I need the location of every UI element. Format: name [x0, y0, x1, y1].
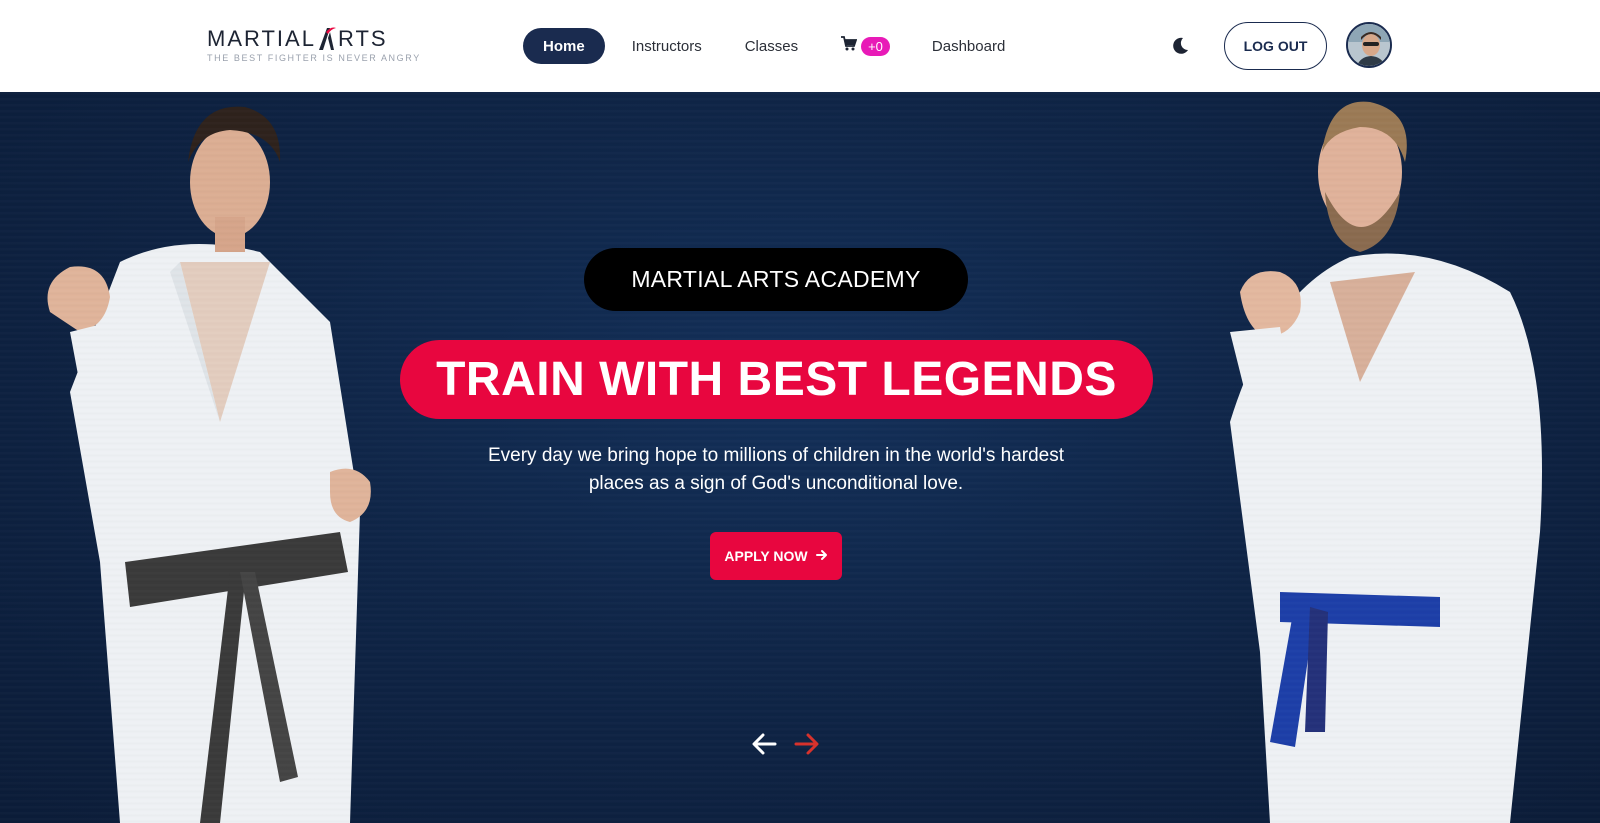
nav-dashboard-link[interactable]: Dashboard	[932, 38, 1005, 55]
slider-prev-arrow-left-icon[interactable]	[751, 732, 777, 756]
academy-label: MARTIAL ARTS ACADEMY	[584, 248, 968, 311]
logo-text-left: MARTIAL	[207, 26, 316, 51]
main-nav: Home Instructors Classes +0 Dashboard	[523, 28, 1005, 64]
logo-wordmark: MARTIAL RTS	[207, 26, 421, 50]
nav-home-link[interactable]: Home	[523, 28, 605, 64]
cart-icon	[841, 36, 858, 56]
nav-cart-link[interactable]: +0	[841, 36, 890, 56]
navbar: MARTIAL RTS THE BEST FIGHTER IS NEVER AN…	[0, 0, 1600, 92]
user-avatar[interactable]	[1346, 22, 1392, 68]
logo-tagline: THE BEST FIGHTER IS NEVER ANGRY	[207, 53, 421, 63]
apply-now-button[interactable]: APPLY NOW	[710, 532, 842, 580]
fighter-left-image	[30, 92, 390, 823]
nav-classes-link[interactable]: Classes	[745, 38, 798, 55]
fighter-right-image	[1210, 92, 1580, 823]
hero-description: Every day we bring hope to millions of c…	[487, 445, 1065, 494]
hero-banner: MARTIAL ARTS ACADEMY TRAIN WITH BEST LEG…	[0, 92, 1600, 823]
arrow-right-icon	[815, 548, 828, 565]
cart-count-badge: +0	[861, 36, 890, 56]
apply-now-label: APPLY NOW	[724, 548, 808, 564]
nav-instructors-link[interactable]: Instructors	[632, 38, 702, 55]
logo-stylized-a-icon	[317, 26, 337, 50]
slider-next-arrow-right-icon[interactable]	[794, 732, 820, 756]
logo-text-right: RTS	[337, 26, 388, 51]
moon-icon[interactable]	[1170, 36, 1190, 56]
hero-headline: TRAIN WITH BEST LEGENDS	[400, 340, 1153, 419]
site-logo[interactable]: MARTIAL RTS THE BEST FIGHTER IS NEVER AN…	[207, 26, 421, 63]
logout-button[interactable]: LOG OUT	[1224, 22, 1327, 70]
